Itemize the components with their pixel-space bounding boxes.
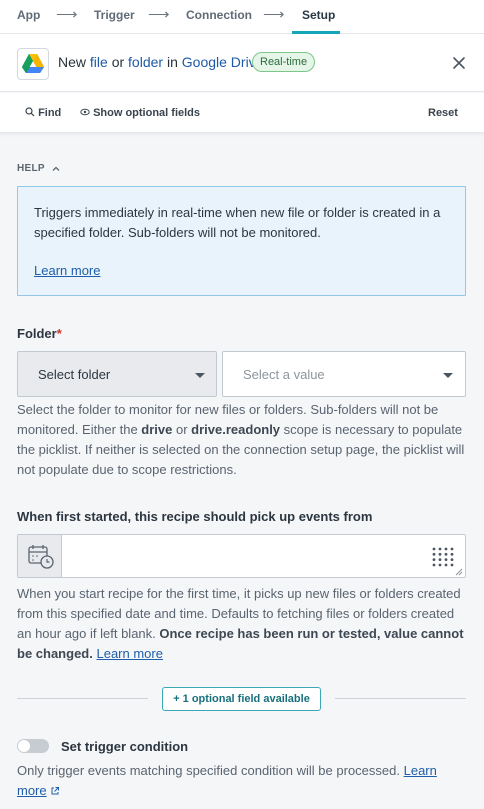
trigger-condition-toggle[interactable] bbox=[17, 739, 49, 753]
divider bbox=[17, 698, 148, 699]
required-mark: * bbox=[56, 326, 62, 341]
calendar-button[interactable] bbox=[18, 535, 62, 577]
since-date-field bbox=[17, 534, 466, 578]
external-link-icon bbox=[51, 787, 60, 795]
chevron-up-icon[interactable] bbox=[50, 163, 62, 175]
help-learn-more-link[interactable]: Learn more bbox=[34, 263, 100, 278]
step-connection[interactable]: Connection bbox=[186, 8, 252, 22]
since-date-input[interactable] bbox=[63, 535, 465, 577]
realtime-badge: Real-time bbox=[252, 52, 316, 72]
folder-label-text: Folder bbox=[17, 326, 57, 341]
folder-value-select[interactable]: Select a value bbox=[222, 351, 466, 397]
since-learn-more-link[interactable]: Learn more bbox=[96, 646, 162, 661]
since-label: When first started, this recipe should p… bbox=[17, 509, 373, 524]
hint-text: or bbox=[172, 422, 192, 437]
folder-link[interactable]: folder bbox=[128, 54, 163, 70]
step-arrow-icon: ⟶ bbox=[148, 6, 170, 23]
title-word: New bbox=[58, 54, 87, 70]
folder-value-placeholder: Select a value bbox=[243, 367, 325, 382]
hint-text: Only trigger events matching specified c… bbox=[17, 763, 400, 778]
step-setup[interactable]: Setup bbox=[302, 8, 335, 22]
eye-icon bbox=[80, 108, 90, 116]
help-toggle[interactable]: HELP bbox=[17, 163, 45, 174]
folder-type-value: Select folder bbox=[38, 367, 111, 382]
close-icon[interactable] bbox=[449, 53, 469, 73]
optional-field-button[interactable]: + 1 optional field available bbox=[162, 687, 321, 711]
google-drive-icon bbox=[17, 48, 49, 80]
step-trigger[interactable]: Trigger bbox=[94, 8, 135, 22]
folder-type-select[interactable]: Select folder bbox=[17, 351, 217, 397]
caret-down-icon bbox=[195, 373, 205, 378]
trigger-condition-hint: Only trigger events matching specified c… bbox=[17, 761, 469, 801]
folder-label: Folder* bbox=[17, 326, 62, 341]
since-hint: When you start recipe for the first time… bbox=[17, 584, 469, 664]
help-panel: Triggers immediately in real-time when n… bbox=[17, 186, 466, 296]
step-navigation: App ⟶ Trigger ⟶ Connection ⟶ Setup bbox=[0, 0, 484, 34]
folder-hint: Select the folder to monitor for new fil… bbox=[17, 400, 469, 480]
find-label: Find bbox=[38, 107, 62, 119]
title-word: in bbox=[166, 54, 178, 70]
help-text: Triggers immediately in real-time when n… bbox=[34, 205, 441, 240]
step-app[interactable]: App bbox=[17, 8, 40, 22]
title-word: or bbox=[111, 54, 125, 70]
step-arrow-icon: ⟶ bbox=[56, 6, 78, 23]
trigger-title: New file or folder in Google Drive bbox=[58, 54, 263, 70]
step-arrow-icon: ⟶ bbox=[263, 6, 285, 23]
hint-scope-readonly: drive.readonly bbox=[191, 422, 281, 437]
hint-scope-drive: drive bbox=[141, 422, 173, 437]
formula-grid-icon[interactable] bbox=[432, 547, 454, 567]
search-icon bbox=[25, 107, 35, 117]
caret-down-icon bbox=[443, 373, 453, 378]
file-link[interactable]: file bbox=[90, 54, 108, 70]
divider bbox=[335, 698, 466, 699]
find-button[interactable]: Find bbox=[25, 107, 61, 119]
trigger-header: New file or folder in Google Drive Real-… bbox=[0, 34, 484, 92]
resize-handle-icon[interactable] bbox=[455, 568, 463, 576]
toggle-knob bbox=[18, 740, 30, 752]
show-optional-label: Show optional fields bbox=[93, 107, 201, 119]
reset-button[interactable]: Reset bbox=[428, 107, 458, 119]
trigger-condition-label: Set trigger condition bbox=[61, 739, 189, 754]
show-optional-fields-button[interactable]: Show optional fields bbox=[80, 107, 200, 119]
toolbar: Find Show optional fields Reset bbox=[0, 93, 484, 133]
calendar-clock-icon bbox=[28, 545, 54, 569]
